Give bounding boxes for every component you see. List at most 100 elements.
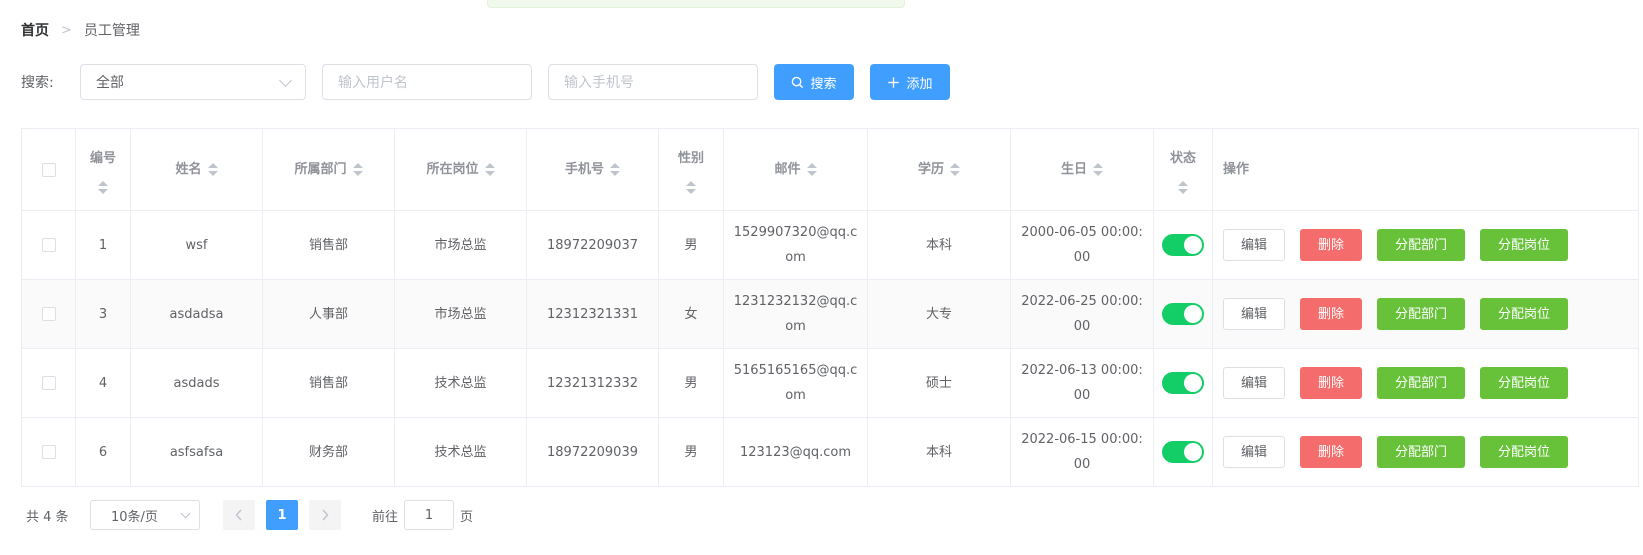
breadcrumb-separator-icon: > [61,22,72,38]
cell-name: asdads [131,349,263,417]
department-select[interactable]: 全部 [80,64,306,100]
sort-icon[interactable] [950,163,960,176]
page-size-value: 10条/页 [111,509,158,525]
assign-dept-button[interactable]: 分配部门 [1377,298,1465,330]
chevron-down-icon [180,508,191,519]
department-select-value: 全部 [96,75,124,91]
add-button[interactable]: 添加 [870,64,950,100]
header-name[interactable]: 姓名 [131,129,263,210]
header-op: 操作 [1213,129,1638,210]
cell-name: wsf [131,211,263,279]
header-edu-label: 学历 [917,162,944,177]
breadcrumb-home[interactable]: 首页 [21,20,49,40]
sort-icon[interactable] [352,163,363,176]
plus-icon [888,76,900,88]
cell-sex: 男 [659,349,724,417]
header-sex[interactable]: 性别 [659,129,724,210]
chevron-left-icon [235,509,242,521]
cell-id: 3 [76,280,131,348]
assign-post-button[interactable]: 分配岗位 [1480,298,1568,330]
add-button-label: 添加 [906,76,933,92]
search-button[interactable]: 搜索 [774,64,854,100]
goto-suffix: 页 [460,509,474,525]
header-post[interactable]: 所在岗位 [395,129,527,210]
delete-button[interactable]: 删除 [1300,436,1362,468]
header-birth[interactable]: 生日 [1011,129,1154,210]
page-size-select[interactable]: 10条/页 [90,500,200,530]
cell-mail: 1529907320@qq.com [724,211,868,279]
header-dept[interactable]: 所属部门 [263,129,395,210]
cell-post: 技术总监 [395,418,527,486]
sort-icon[interactable] [1093,163,1103,176]
sort-icon[interactable] [207,163,218,176]
header-sex-label: 性别 [677,150,704,166]
chevron-down-icon [279,73,292,87]
edit-button[interactable]: 编辑 [1223,436,1285,468]
delete-button[interactable]: 删除 [1300,229,1362,261]
assign-post-button[interactable]: 分配岗位 [1480,229,1568,261]
header-op-label: 操作 [1223,162,1250,177]
cell-dept: 人事部 [263,280,395,348]
next-page-button[interactable] [309,500,341,530]
cell-operations: 编辑 删除 分配部门 分配岗位 [1213,211,1638,279]
username-input[interactable]: 输入用户名 [322,64,532,100]
header-status-label: 状态 [1169,150,1196,166]
delete-button[interactable]: 删除 [1300,367,1362,399]
edit-button[interactable]: 编辑 [1223,298,1285,330]
status-switch[interactable] [1162,303,1204,325]
prev-page-button[interactable] [223,500,255,530]
sort-icon[interactable] [484,163,495,176]
edit-button[interactable]: 编辑 [1223,229,1285,261]
assign-dept-button[interactable]: 分配部门 [1377,436,1465,468]
assign-dept-button[interactable]: 分配部门 [1377,229,1465,261]
header-mail[interactable]: 邮件 [724,129,868,210]
goto-page-input[interactable]: 1 [404,500,455,530]
sort-icon[interactable] [685,180,696,194]
cell-birth: 2022-06-15 00:00:00 [1011,418,1154,486]
header-edu[interactable]: 学历 [868,129,1011,210]
goto-label: 前往 [372,509,399,525]
edit-button[interactable]: 编辑 [1223,367,1285,399]
sort-icon[interactable] [1177,180,1188,194]
row-checkbox[interactable] [41,307,56,321]
cell-post: 技术总监 [395,349,527,417]
assign-dept-button[interactable]: 分配部门 [1377,367,1465,399]
assign-post-button[interactable]: 分配岗位 [1480,367,1568,399]
cell-edu: 大专 [868,280,1011,348]
phone-input[interactable]: 输入手机号 [548,64,758,100]
cell-edu: 硕士 [868,349,1011,417]
sort-icon[interactable] [610,163,620,176]
status-switch[interactable] [1162,372,1204,394]
assign-post-button[interactable]: 分配岗位 [1480,436,1568,468]
page-number[interactable]: 1 [266,500,298,530]
delete-button[interactable]: 删除 [1300,298,1362,330]
row-checkbox[interactable] [41,376,56,390]
cell-phone: 12321312332 [527,349,659,417]
sort-icon[interactable] [97,180,108,194]
top-alert-edge [487,0,905,8]
header-name-label: 姓名 [175,162,202,177]
status-switch[interactable] [1162,441,1204,463]
status-switch[interactable] [1162,234,1204,256]
cell-mail: 1231232132@qq.com [724,280,868,348]
header-id[interactable]: 编号 [76,129,131,210]
header-phone-label: 手机号 [564,162,604,177]
cell-operations: 编辑 删除 分配部门 分配岗位 [1213,280,1638,348]
search-label: 搜索: [21,75,54,91]
header-id-label: 编号 [89,150,116,166]
header-post-label: 所在岗位 [426,162,479,177]
select-all-checkbox[interactable] [41,162,56,177]
sort-icon[interactable] [806,163,817,176]
employee-table: 编号 姓名 所属部门 所在岗位 手机号 性别 邮件 学历 生日 状态 操作 1 … [21,128,1639,487]
cell-dept: 销售部 [263,349,395,417]
cell-mail: 123123@qq.com [724,418,868,486]
breadcrumb: 首页 > 员工管理 [21,20,140,40]
table-header: 编号 姓名 所属部门 所在岗位 手机号 性别 邮件 学历 生日 状态 操作 [22,129,1638,211]
cell-name: asdadsa [131,280,263,348]
cell-mail: 5165165165@qq.com [724,349,868,417]
row-checkbox[interactable] [41,445,56,459]
cell-operations: 编辑 删除 分配部门 分配岗位 [1213,418,1638,486]
header-phone[interactable]: 手机号 [527,129,659,210]
row-checkbox[interactable] [41,238,56,252]
header-status[interactable]: 状态 [1154,129,1213,210]
